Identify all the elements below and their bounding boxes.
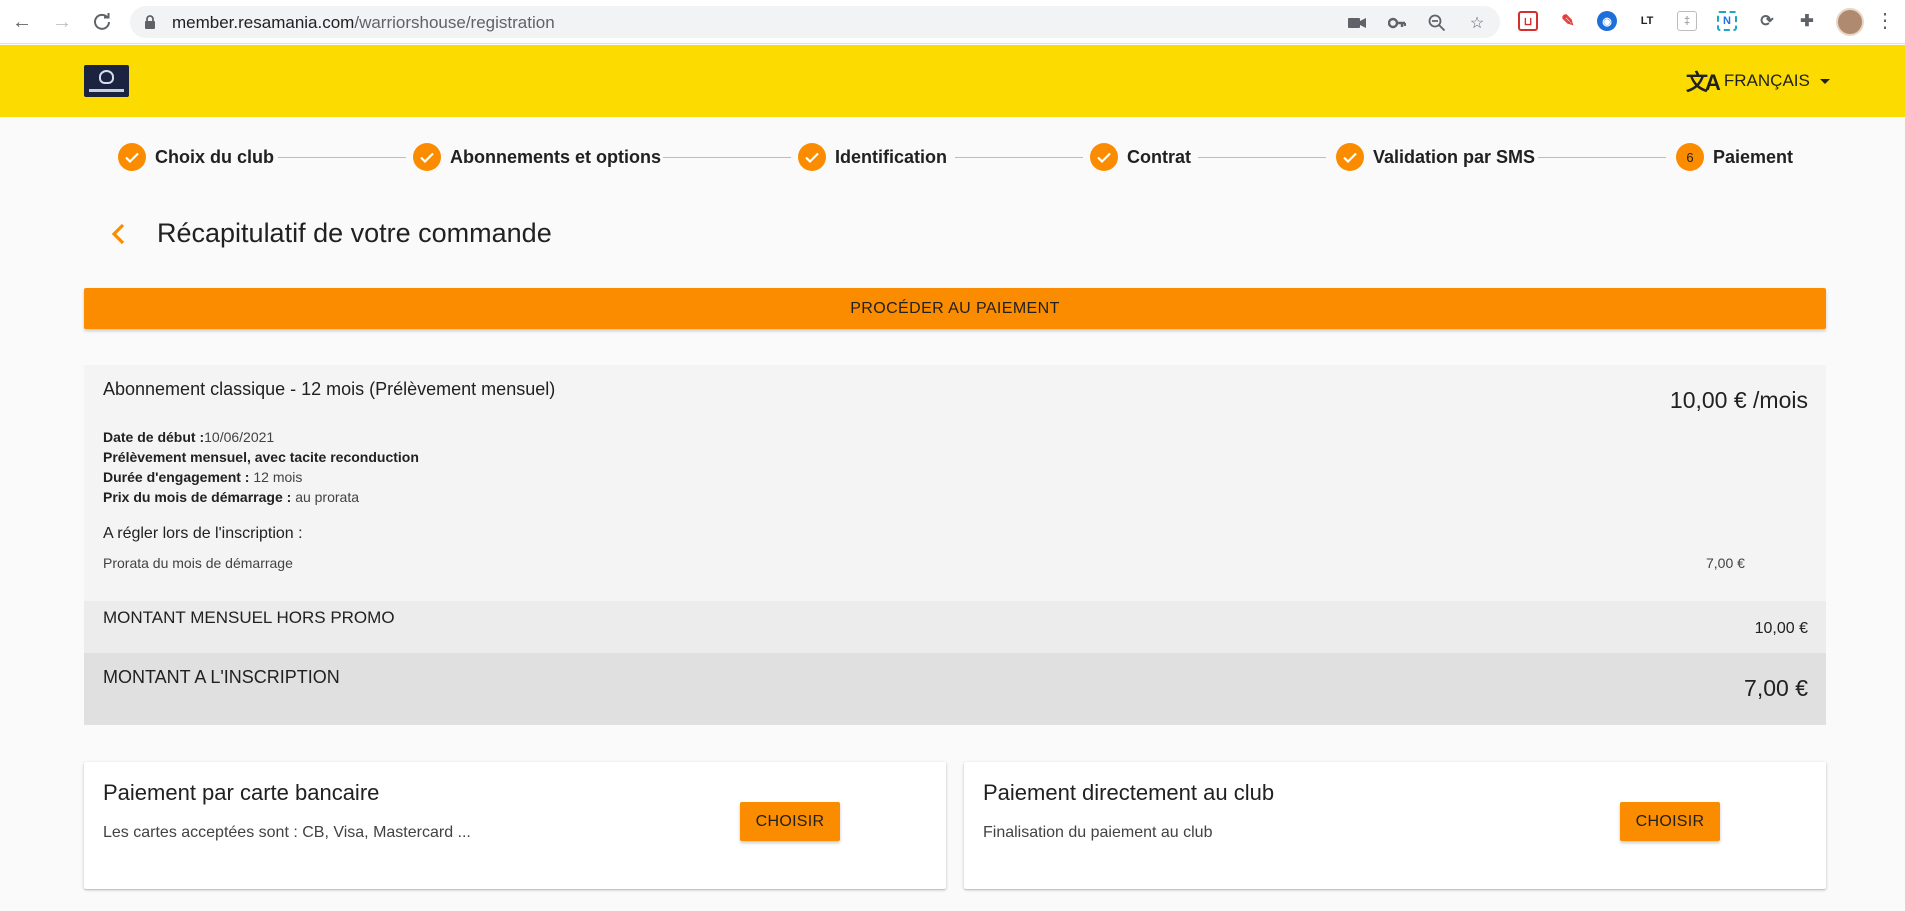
address-bar[interactable]: member.resamania.com/warriorshouse/regis… bbox=[130, 6, 1500, 38]
order-summary: Abonnement classique - 12 mois (Prélèvem… bbox=[84, 365, 1826, 725]
step-label: Validation par SMS bbox=[1373, 146, 1536, 167]
registration-amount-row: MONTANT A L'INSCRIPTION 7,00 € bbox=[84, 653, 1826, 725]
step-abonnements: Abonnements et options bbox=[413, 142, 661, 172]
language-label: FRANÇAIS bbox=[1723, 71, 1810, 90]
monthly-amount-label: MONTANT MENSUEL HORS PROMO bbox=[103, 608, 395, 627]
extension-globe-icon[interactable]: ◉ bbox=[1597, 11, 1617, 31]
lock-icon bbox=[145, 15, 155, 29]
forward-icon[interactable]: → bbox=[50, 10, 74, 34]
step-number: 6 bbox=[1676, 143, 1704, 171]
subscription-price: 10,00 € /mois bbox=[1669, 387, 1808, 413]
extension-n-icon[interactable]: N bbox=[1717, 11, 1737, 31]
payment-option-title: Paiement par carte bancaire bbox=[103, 780, 380, 805]
step-label: Paiement bbox=[1713, 146, 1794, 167]
prorata-label: Prorata du mois de démarrage bbox=[103, 555, 293, 571]
back-arrow-icon[interactable] bbox=[108, 220, 130, 248]
step-label: Abonnements et options bbox=[450, 146, 661, 167]
extension-sheet-icon[interactable]: ‡ bbox=[1677, 11, 1697, 31]
site-header: 文A FRANÇAIS bbox=[0, 45, 1905, 117]
step-label: Contrat bbox=[1127, 146, 1191, 167]
payment-option-title: Paiement directement au club bbox=[983, 780, 1275, 805]
subscription-title: Abonnement classique - 12 mois (Prélèvem… bbox=[103, 379, 556, 399]
check-icon bbox=[798, 143, 826, 171]
step-contrat: Contrat bbox=[1090, 142, 1191, 172]
extension-pen-icon[interactable]: ✎ bbox=[1558, 11, 1578, 31]
extension-lt-icon[interactable]: LT bbox=[1637, 11, 1657, 31]
step-connector bbox=[278, 157, 406, 158]
payment-option-desc: Finalisation du paiement au club bbox=[983, 824, 1213, 841]
translate-icon: 文A bbox=[1686, 70, 1721, 95]
zoom-out-icon[interactable] bbox=[1428, 14, 1446, 32]
step-connector bbox=[1538, 157, 1666, 158]
step-label: Choix du club bbox=[155, 146, 274, 167]
step-connector bbox=[663, 157, 791, 158]
reload-icon[interactable] bbox=[90, 10, 114, 34]
language-selector[interactable]: 文A FRANÇAIS bbox=[1686, 67, 1830, 95]
check-icon bbox=[118, 143, 146, 171]
browser-toolbar: ← → member.resamania.com/warriorshouse/r… bbox=[0, 0, 1905, 44]
step-connector bbox=[1198, 157, 1326, 158]
check-icon bbox=[1336, 143, 1364, 171]
registration-stepper: Choix du club Abonnements et options Ide… bbox=[118, 142, 1793, 172]
camera-icon[interactable] bbox=[1348, 14, 1366, 32]
proceed-payment-button[interactable]: PROCÉDER AU PAIEMENT bbox=[84, 288, 1826, 329]
monthly-amount-value: 10,00 € bbox=[1754, 620, 1808, 637]
choose-club-payment-button[interactable]: CHOISIR bbox=[1620, 802, 1720, 841]
payment-option-desc: Les cartes acceptées sont : CB, Visa, Ma… bbox=[103, 824, 471, 841]
debit-line: Prélèvement mensuel, avec tacite recondu… bbox=[103, 449, 419, 465]
registration-amount-label: MONTANT A L'INSCRIPTION bbox=[103, 667, 340, 687]
extension-sync-icon[interactable]: ⟳ bbox=[1757, 11, 1777, 31]
url-text: member.resamania.com/warriorshouse/regis… bbox=[172, 13, 555, 32]
check-icon bbox=[413, 143, 441, 171]
step-paiement: 6 Paiement bbox=[1676, 142, 1793, 172]
start-date-line: Date de début :10/06/2021 bbox=[103, 429, 275, 445]
payment-club-option: Paiement directement au club Finalisatio… bbox=[964, 762, 1826, 889]
step-choix-du-club: Choix du club bbox=[118, 142, 274, 172]
check-icon bbox=[1090, 143, 1118, 171]
step-identification: Identification bbox=[798, 142, 947, 172]
extension-pocket-icon[interactable]: ⊔ bbox=[1518, 11, 1538, 31]
step-connector bbox=[955, 157, 1083, 158]
profile-avatar[interactable] bbox=[1836, 8, 1864, 36]
choose-card-payment-button[interactable]: CHOISIR bbox=[740, 802, 840, 841]
page-title: Récapitulatif de votre commande bbox=[157, 218, 552, 248]
monthly-amount-row: MONTANT MENSUEL HORS PROMO 10,00 € bbox=[84, 601, 1826, 653]
key-icon[interactable] bbox=[1388, 14, 1406, 32]
registration-amount-value: 7,00 € bbox=[1744, 675, 1808, 701]
duration-line: Durée d'engagement : 12 mois bbox=[103, 469, 303, 485]
browser-menu-icon[interactable]: ⋮ bbox=[1875, 10, 1895, 34]
extensions-puzzle-icon[interactable]: ✚ bbox=[1797, 11, 1817, 31]
club-logo[interactable] bbox=[84, 65, 129, 97]
payment-card-option: Paiement par carte bancaire Les cartes a… bbox=[84, 762, 946, 889]
to-pay-title: A régler lors de l'inscription : bbox=[103, 525, 303, 542]
step-validation-sms: Validation par SMS bbox=[1336, 142, 1535, 172]
bookmark-star-icon[interactable]: ☆ bbox=[1468, 14, 1486, 32]
caret-down-icon bbox=[1819, 78, 1830, 84]
step-label: Identification bbox=[835, 146, 947, 167]
back-icon[interactable]: ← bbox=[10, 10, 34, 34]
first-month-line: Prix du mois de démarrage : au prorata bbox=[103, 489, 360, 505]
prorata-value: 7,00 € bbox=[1706, 555, 1745, 571]
